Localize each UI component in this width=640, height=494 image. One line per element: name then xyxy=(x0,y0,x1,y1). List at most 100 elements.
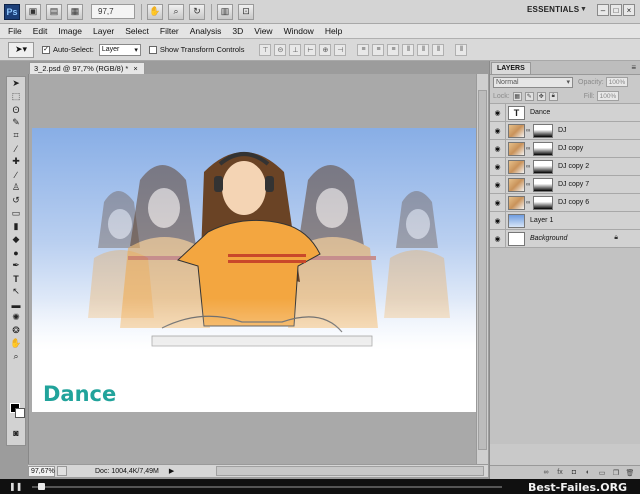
screen-mode-button[interactable]: ⊡ xyxy=(238,3,254,20)
layer-name[interactable]: Dance xyxy=(530,109,550,116)
transform-controls-checkbox[interactable] xyxy=(148,45,157,54)
vertical-scrollbar[interactable] xyxy=(476,74,488,464)
menu-3d[interactable]: 3D xyxy=(232,26,243,36)
menu-layer[interactable]: Layer xyxy=(93,26,114,36)
auto-select-checkbox[interactable]: ✓ xyxy=(42,45,50,54)
menu-file[interactable]: File xyxy=(8,26,22,36)
background-color-swatch[interactable] xyxy=(15,408,25,418)
lock-position-icon[interactable]: ✥ xyxy=(536,91,546,101)
gradient-tool-icon[interactable]: ▮ xyxy=(7,220,25,233)
quick-select-tool-icon[interactable]: ✎ xyxy=(7,116,25,129)
tool-preset-picker[interactable]: ➤▾ xyxy=(8,41,34,58)
new-layer-icon[interactable]: ❐ xyxy=(611,468,621,478)
bridge-button[interactable]: ▣ xyxy=(25,3,41,20)
menu-window[interactable]: Window xyxy=(284,26,314,36)
lock-transparency-icon[interactable]: ▦ xyxy=(512,91,522,101)
layer-style-icon[interactable]: fx xyxy=(555,468,565,478)
link-icon[interactable]: ∞ xyxy=(526,146,532,152)
eye-icon[interactable]: ◉ xyxy=(490,193,506,212)
tab-layers[interactable]: LAYERS xyxy=(491,62,531,74)
move-tool-icon[interactable]: ➤ xyxy=(7,77,25,90)
pen-tool-icon[interactable]: ✒ xyxy=(7,259,25,272)
menu-analysis[interactable]: Analysis xyxy=(190,26,222,36)
progress-track[interactable] xyxy=(32,486,502,488)
layer-row[interactable]: ◉ Background 🔒︎ xyxy=(490,229,640,248)
panel-menu-icon[interactable]: ≡ xyxy=(631,63,636,72)
layer-row[interactable]: ◉ Layer 1 xyxy=(490,211,640,230)
align-vcenter-icon[interactable]: ⊝ xyxy=(274,43,287,56)
layer-name[interactable]: Background xyxy=(530,235,567,242)
trash-icon[interactable]: 🗑︎ xyxy=(625,468,635,478)
arrange-documents-button[interactable]: ▥ xyxy=(217,3,233,20)
link-icon[interactable]: ∞ xyxy=(526,164,532,170)
menu-select[interactable]: Select xyxy=(125,26,149,36)
quick-mask-icon[interactable]: ◙ xyxy=(7,426,25,439)
menu-image[interactable]: Image xyxy=(58,26,82,36)
workspace-switcher[interactable]: ESSENTIALS xyxy=(527,5,579,14)
link-layers-icon[interactable]: ∞ xyxy=(541,468,551,478)
progress-handle[interactable] xyxy=(38,483,46,490)
image-canvas[interactable]: Dance xyxy=(32,128,476,412)
layer-row[interactable]: ◉ ∞ DJ copy 7 xyxy=(490,175,640,194)
distribute-top-icon[interactable]: ≡ xyxy=(357,43,370,56)
layer-mask-thumbnail[interactable] xyxy=(533,177,553,192)
crop-tool-icon[interactable]: ⌗ xyxy=(7,129,25,142)
hand-tool-icon[interactable]: ✋ xyxy=(7,337,25,350)
layer-name[interactable]: Layer 1 xyxy=(530,217,553,224)
layer-row[interactable]: ◉ ∞ DJ copy 2 xyxy=(490,157,640,176)
close-button[interactable]: × xyxy=(623,4,635,16)
distribute-right-icon[interactable]: ⦀ xyxy=(432,43,445,56)
add-mask-icon[interactable]: ◘ xyxy=(569,468,579,478)
3d-orbit-tool-icon[interactable]: ❂ xyxy=(7,324,25,337)
link-icon[interactable]: ∞ xyxy=(526,200,532,206)
align-bottom-icon[interactable]: ⊥ xyxy=(289,43,302,56)
lasso-tool-icon[interactable]: ʘ xyxy=(7,103,25,116)
distribute-bottom-icon[interactable]: ≡ xyxy=(387,43,400,56)
eye-icon[interactable]: ◉ xyxy=(490,229,506,248)
menu-view[interactable]: View xyxy=(254,26,272,36)
opacity-field[interactable]: 100% xyxy=(605,77,628,87)
3d-rotate-tool-icon[interactable]: ✺ xyxy=(7,311,25,324)
menu-edit[interactable]: Edit xyxy=(33,26,48,36)
new-group-icon[interactable]: ▭ xyxy=(597,468,607,478)
layer-name[interactable]: DJ copy 6 xyxy=(558,199,589,206)
chevron-down-icon[interactable]: ▼ xyxy=(580,6,587,13)
rotate-view-button[interactable]: ↻ xyxy=(189,3,205,20)
align-right-icon[interactable]: ⊣ xyxy=(334,43,347,56)
close-icon[interactable]: × xyxy=(133,64,137,73)
align-hcenter-icon[interactable]: ⊕ xyxy=(319,43,332,56)
history-brush-tool-icon[interactable]: ↺ xyxy=(7,194,25,207)
adjustment-layer-icon[interactable]: ◐ xyxy=(583,468,593,478)
zoom-options-icon[interactable] xyxy=(57,466,67,476)
distribute-vcenter-icon[interactable]: ≡ xyxy=(372,43,385,56)
brush-tool-icon[interactable]: ∕ xyxy=(7,168,25,181)
zoom-tool-icon[interactable]: ⌕ xyxy=(7,350,25,363)
blur-tool-icon[interactable]: ◆ xyxy=(7,233,25,246)
auto-select-dropdown[interactable]: Layer ▾ xyxy=(98,43,141,56)
layer-mask-thumbnail[interactable] xyxy=(533,195,553,210)
align-left-icon[interactable]: ⊢ xyxy=(304,43,317,56)
marquee-tool-icon[interactable]: ⬚ xyxy=(7,90,25,103)
auto-align-icon[interactable]: ⫴ xyxy=(455,43,468,56)
zoom-level-field[interactable]: 97,7 xyxy=(91,4,135,19)
distribute-hcenter-icon[interactable]: ⦀ xyxy=(417,43,430,56)
hand-tool-button[interactable]: ✋ xyxy=(147,3,163,20)
menu-filter[interactable]: Filter xyxy=(160,26,179,36)
lock-all-icon[interactable]: 🔒︎ xyxy=(548,91,558,101)
layer-name[interactable]: DJ copy 2 xyxy=(558,163,589,170)
link-icon[interactable]: ∞ xyxy=(526,128,532,134)
minimize-button[interactable]: – xyxy=(597,4,609,16)
dodge-tool-icon[interactable]: ● xyxy=(7,246,25,259)
blend-mode-dropdown[interactable]: Normal ▾ xyxy=(493,76,573,88)
healing-brush-tool-icon[interactable]: ✚ xyxy=(7,155,25,168)
layer-mask-thumbnail[interactable] xyxy=(533,123,553,138)
fill-field[interactable]: 100% xyxy=(596,91,619,101)
pause-icon[interactable]: ❚❚ xyxy=(9,482,22,491)
photoshop-logo[interactable]: Ps xyxy=(4,3,20,20)
layer-name[interactable]: DJ xyxy=(558,127,567,134)
shape-tool-icon[interactable]: ▬ xyxy=(7,298,25,311)
eye-icon[interactable]: ◉ xyxy=(490,211,506,230)
layer-row[interactable]: ◉ ∞ DJ xyxy=(490,121,640,140)
layer-name[interactable]: DJ copy 7 xyxy=(558,181,589,188)
view-extras-button[interactable]: ▦ xyxy=(67,3,83,20)
